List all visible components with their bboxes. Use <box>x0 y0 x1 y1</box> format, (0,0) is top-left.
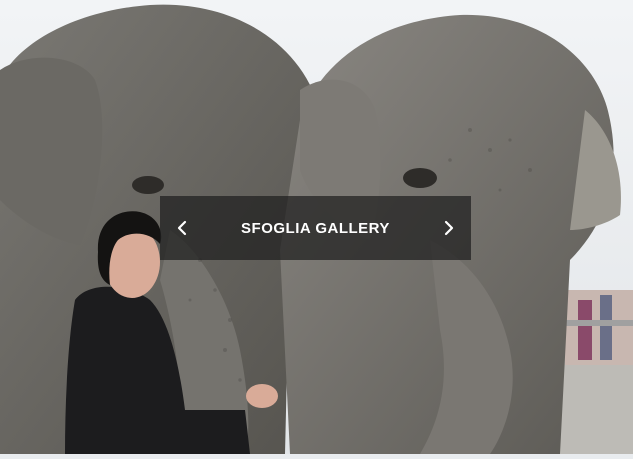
chevron-left-icon <box>177 220 187 236</box>
gallery-label[interactable]: SFOGLIA GALLERY <box>241 220 390 237</box>
gallery-overlay[interactable]: SFOGLIA GALLERY <box>160 196 471 260</box>
gallery-prev-button[interactable] <box>162 196 202 260</box>
chevron-right-icon <box>444 220 454 236</box>
gallery-next-button[interactable] <box>429 196 469 260</box>
